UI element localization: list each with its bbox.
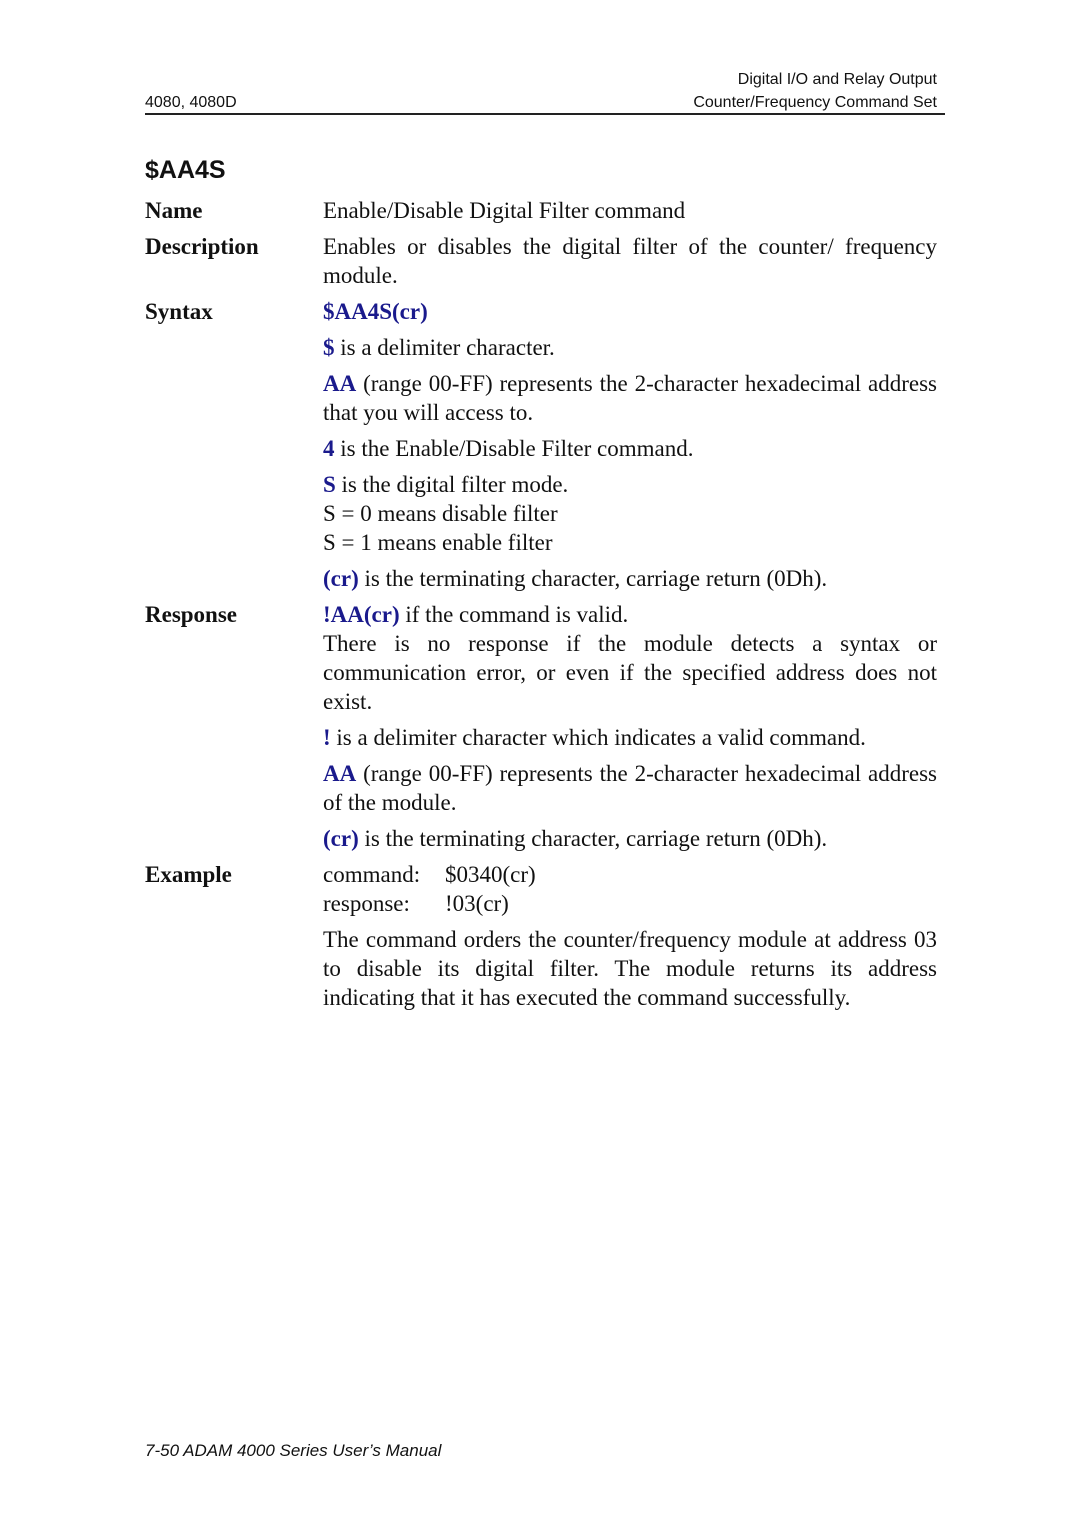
syntax-item: $ is a delimiter character. <box>323 335 555 360</box>
syntax-row: Syntax $AA4S(cr) $ is a delimiter charac… <box>145 297 937 593</box>
example-response: response: !03(cr) <box>323 891 509 916</box>
page-footer: 7-50 ADAM 4000 Series User’s Manual <box>145 1441 442 1460</box>
response-valid: !AA(cr) if the command is valid. <box>323 602 629 627</box>
syntax-item: 4 is the Enable/Disable Filter command. <box>323 436 694 461</box>
example-command: command: $0340(cr) <box>323 862 536 887</box>
description-row: Description Enables or disables the digi… <box>145 232 937 290</box>
example-row: Example command: $0340(cr) response: !03(c… <box>145 860 937 1019</box>
syntax-item: S is the digital filter mode. <box>323 472 569 497</box>
response-none: There is no response if the module detec… <box>323 631 937 714</box>
command-reference: Name Enable/Disable Digital Filter comma… <box>145 196 937 1026</box>
header-chapter-text: Digital I/O and Relay Output <box>737 71 937 88</box>
syntax-item: (cr) is the terminating character, carri… <box>323 566 828 591</box>
response-item: ! is a delimiter character which indicat… <box>323 725 866 750</box>
response-item: (cr) is the terminating character, carri… <box>323 826 828 851</box>
description-label: Description <box>145 234 259 259</box>
name-label: Name <box>145 198 203 223</box>
response-label: Response <box>145 602 238 627</box>
section-title: $AA4S <box>145 156 226 184</box>
name-row: Name Enable/Disable Digital Filter comma… <box>145 196 937 225</box>
example-explanation: The command orders the counter/frequency… <box>323 927 937 1010</box>
s-value-1: S = 1 means enable filter <box>323 530 553 555</box>
syntax-item: AA (range 00-FF) represents the 2-charac… <box>323 371 937 425</box>
s-value-0: S = 0 means disable filter <box>323 501 558 526</box>
syntax-label: Syntax <box>145 299 213 324</box>
running-header: 4080, 4080D Counter/Frequency Command Se… <box>145 94 945 115</box>
example-label: Example <box>145 862 232 887</box>
response-row: Response !AA(cr) if the command is valid… <box>145 600 937 853</box>
description-text: Enables or disables the digital filter o… <box>323 234 937 288</box>
name-text: Enable/Disable Digital Filter command <box>323 198 686 223</box>
header-chapter: Digital I/O and Relay Output <box>145 71 945 89</box>
header-models: 4080, 4080D <box>145 94 237 111</box>
response-item: AA (range 00-FF) represents the 2-charac… <box>323 761 937 815</box>
syntax-command: $AA4S(cr) <box>323 299 428 324</box>
header-section: Counter/Frequency Command Set <box>693 94 937 111</box>
